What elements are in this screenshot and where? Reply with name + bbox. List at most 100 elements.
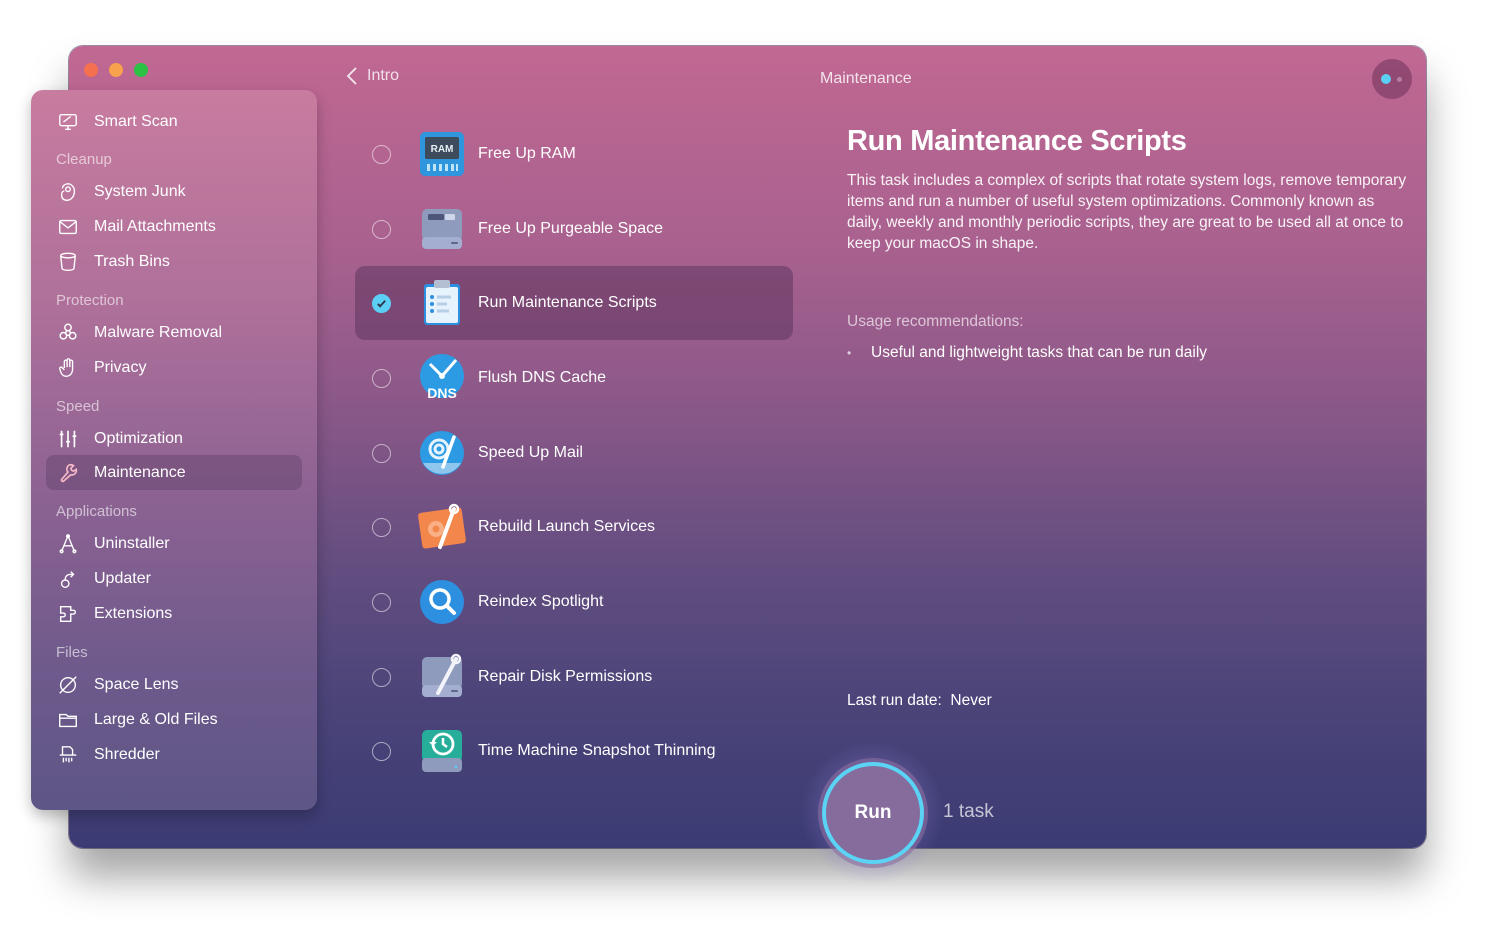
ram-icon: RAM: [420, 132, 464, 176]
task-row-rebuild-launch-services[interactable]: Rebuild Launch Services: [355, 490, 793, 564]
task-row-flush-dns-cache[interactable]: DNS Flush DNS Cache: [355, 341, 793, 415]
checkmark-icon: [377, 299, 386, 308]
sidebar-section-protection: Protection: [56, 292, 124, 309]
task-checkbox[interactable]: [372, 368, 391, 388]
sidebar-item-large-old-files[interactable]: Large & Old Files: [46, 702, 302, 737]
envelope-icon: [56, 215, 80, 239]
task-checkbox[interactable]: [372, 741, 391, 761]
task-row-free-up-ram[interactable]: RAM Free Up RAM: [355, 117, 793, 191]
sidebar-item-label: System Junk: [94, 182, 186, 200]
sidebar-item-extensions[interactable]: Extensions: [46, 596, 302, 631]
biohazard-icon: [56, 321, 80, 345]
detail-description: This task includes a complex of scripts …: [847, 172, 1407, 252]
task-checkbox[interactable]: [372, 517, 391, 537]
task-checkbox[interactable]: [372, 144, 391, 164]
sidebar-item-optimization[interactable]: Optimization: [46, 421, 302, 456]
back-button[interactable]: Intro: [345, 66, 399, 86]
task-label: Speed Up Mail: [478, 444, 583, 461]
time-machine-icon: [422, 730, 462, 772]
task-row-time-machine-snapshot-thinning[interactable]: Time Machine Snapshot Thinning: [355, 714, 793, 788]
sidebar-item-uninstaller[interactable]: Uninstaller: [46, 526, 302, 561]
sidebar-item-label: Optimization: [94, 429, 183, 447]
sidebar-item-shredder[interactable]: Shredder: [46, 737, 302, 772]
planet-icon: [56, 673, 80, 697]
sidebar-item-space-lens[interactable]: Space Lens: [46, 667, 302, 702]
sidebar-item-updater[interactable]: Updater: [46, 561, 302, 596]
sidebar-item-label: Maintenance: [94, 463, 186, 481]
task-label: Reindex Spotlight: [478, 593, 604, 610]
puzzle-icon: [56, 602, 80, 626]
update-arrow-icon: [56, 567, 80, 591]
task-row-repair-disk-permissions[interactable]: Repair Disk Permissions: [355, 640, 793, 714]
shredder-icon: [56, 743, 80, 767]
task-checkbox-checked[interactable]: [372, 293, 391, 313]
task-checkbox[interactable]: [372, 443, 391, 463]
system-junk-icon: [56, 180, 80, 204]
close-window-button[interactable]: [84, 63, 98, 77]
run-button[interactable]: Run: [822, 762, 924, 864]
task-label: Free Up Purgeable Space: [478, 220, 663, 237]
uninstaller-icon: [56, 532, 80, 556]
sidebar-item-label: Large & Old Files: [94, 710, 218, 728]
disk-repair-icon: [422, 653, 462, 697]
svg-text:RAM: RAM: [431, 144, 454, 155]
task-label: Run Maintenance Scripts: [478, 294, 657, 311]
sidebar-item-label: Privacy: [94, 358, 147, 376]
sidebar-item-label: Malware Removal: [94, 323, 223, 341]
svg-text:DNS: DNS: [427, 385, 457, 401]
last-run-label: Last run date:: [847, 692, 942, 709]
task-label: Repair Disk Permissions: [478, 668, 653, 685]
mail-speed-icon: [420, 431, 464, 475]
task-label: Flush DNS Cache: [478, 369, 607, 386]
launch-services-icon: [418, 503, 466, 549]
sidebar-section-files: Files: [56, 644, 88, 661]
usage-item-text: Useful and lightweight tasks that can be…: [871, 344, 1208, 361]
sidebar-item-smart-scan[interactable]: Smart Scan: [46, 104, 302, 139]
sidebar-item-label: Extensions: [94, 604, 173, 622]
task-label: Rebuild Launch Services: [478, 518, 655, 535]
task-label: Time Machine Snapshot Thinning: [478, 742, 716, 759]
usage-recommendation-item: • Useful and lightweight tasks that can …: [847, 344, 1207, 362]
folder-icon: [56, 708, 80, 732]
selected-task-count: 1 task: [943, 801, 994, 822]
clipboard-icon: [424, 280, 460, 325]
dns-icon: DNS: [420, 354, 464, 401]
sidebar-item-mail-attachments[interactable]: Mail Attachments: [46, 209, 302, 244]
assistant-button[interactable]: [1372, 59, 1412, 99]
task-checkbox[interactable]: [372, 219, 391, 239]
sidebar-item-label: Updater: [94, 569, 151, 587]
sidebar-item-label: Trash Bins: [94, 252, 170, 270]
sliders-icon: [56, 427, 80, 451]
back-label: Intro: [367, 67, 400, 84]
sidebar-item-privacy[interactable]: Privacy: [46, 350, 302, 385]
sidebar: Smart Scan Cleanup System Junk Mail Atta…: [31, 90, 317, 810]
last-run-date: Last run date: Never: [847, 692, 992, 710]
sidebar-item-label: Uninstaller: [94, 534, 170, 552]
usage-recommendations-title: Usage recommendations:: [847, 313, 1024, 330]
sidebar-section-cleanup: Cleanup: [56, 151, 112, 168]
bullet-icon: •: [847, 346, 852, 360]
drive-icon: [422, 209, 462, 249]
sidebar-item-label: Space Lens: [94, 675, 179, 693]
sidebar-item-trash-bins[interactable]: Trash Bins: [46, 244, 302, 279]
task-row-speed-up-mail[interactable]: Speed Up Mail: [355, 416, 793, 490]
assistant-dot-secondary: [1397, 77, 1402, 82]
task-checkbox[interactable]: [372, 667, 391, 687]
sidebar-item-label: Shredder: [94, 745, 160, 763]
minimize-window-button[interactable]: [109, 63, 123, 77]
hand-icon: [56, 356, 80, 380]
sidebar-item-maintenance[interactable]: Maintenance: [46, 455, 302, 490]
trash-bin-icon: [56, 250, 80, 274]
sidebar-item-system-junk[interactable]: System Junk: [46, 174, 302, 209]
maximize-window-button[interactable]: [134, 63, 148, 77]
sidebar-section-speed: Speed: [56, 398, 100, 415]
sidebar-section-applications: Applications: [56, 503, 137, 520]
task-checkbox[interactable]: [372, 592, 391, 612]
last-run-value: Never: [950, 692, 992, 709]
spotlight-icon: [420, 580, 464, 624]
task-row-free-up-purgeable-space[interactable]: Free Up Purgeable Space: [355, 192, 793, 266]
sidebar-item-malware-removal[interactable]: Malware Removal: [46, 315, 302, 350]
task-row-reindex-spotlight[interactable]: Reindex Spotlight: [355, 565, 793, 639]
assistant-dots-icon: [1381, 74, 1391, 84]
task-row-run-maintenance-scripts[interactable]: Run Maintenance Scripts: [355, 266, 793, 340]
